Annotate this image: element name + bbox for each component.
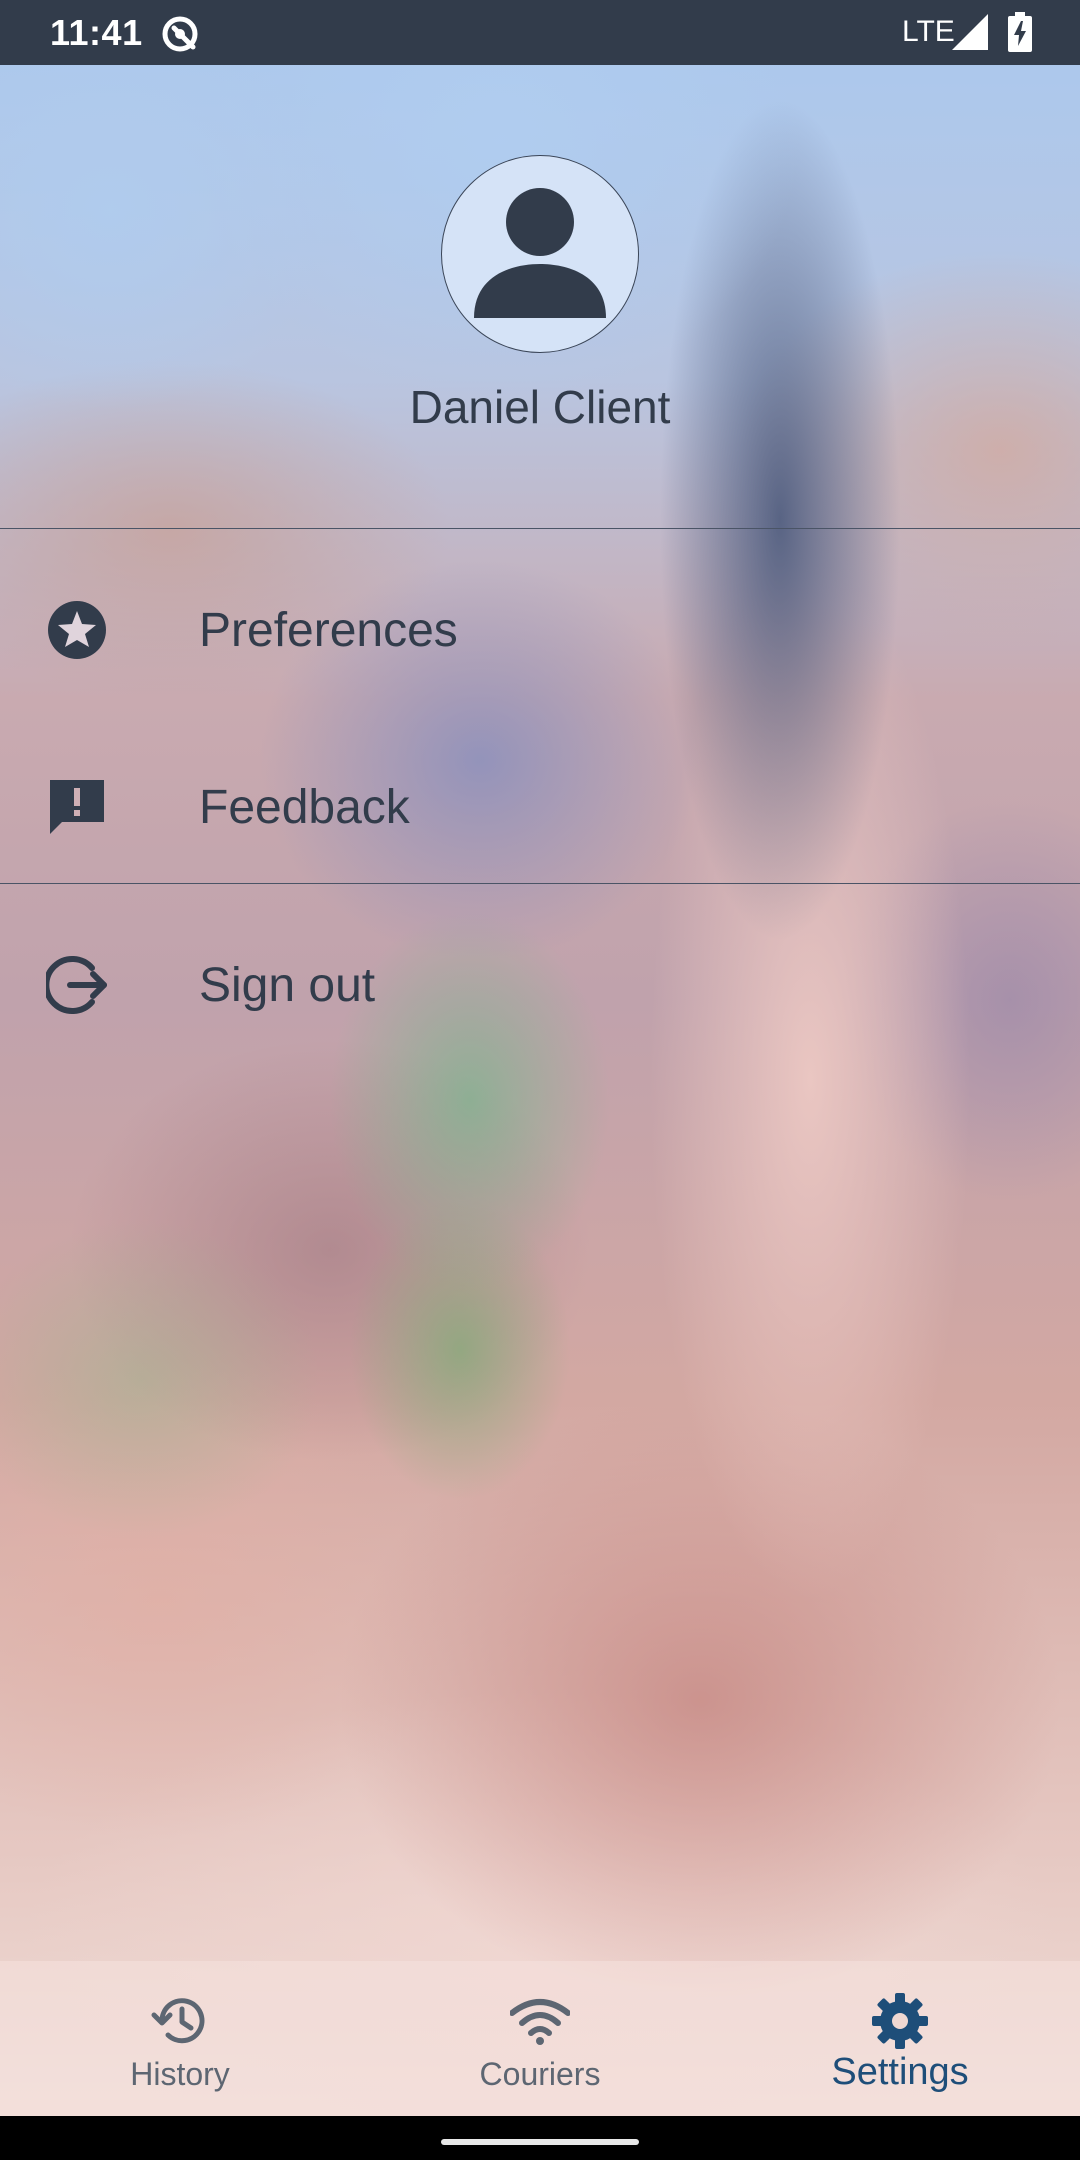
- menu-item-preferences[interactable]: Preferences: [0, 541, 1080, 717]
- gear-icon: [872, 1993, 928, 2049]
- signal-icon: [952, 14, 988, 50]
- tab-label-couriers: Couriers: [479, 2056, 601, 2092]
- settings-screen: 11:41 LTE Daniel Client Preferences Feed…: [0, 0, 1080, 2160]
- feedback-icon: [50, 780, 104, 834]
- tab-label-history: History: [130, 2056, 230, 2092]
- menu-item-feedback[interactable]: Feedback: [0, 718, 1080, 894]
- divider: [0, 883, 1080, 884]
- menu-label-sign-out: Sign out: [199, 959, 376, 1012]
- tab-history[interactable]: History: [0, 1961, 360, 2116]
- menu-label-preferences: Preferences: [199, 604, 458, 657]
- tab-settings[interactable]: Settings: [720, 1961, 1080, 2116]
- menu-label-feedback: Feedback: [199, 781, 410, 834]
- profile-header: Daniel Client: [0, 65, 1080, 528]
- divider: [0, 528, 1080, 529]
- person-icon: [474, 188, 606, 318]
- status-time: 11:41: [50, 12, 143, 53]
- star-circle-icon: [48, 601, 106, 659]
- home-gesture-handle[interactable]: [441, 2139, 639, 2145]
- bottom-navigation: History Couriers Settings: [0, 1961, 1080, 2116]
- wifi-icon: [510, 1999, 570, 2045]
- menu-item-sign-out[interactable]: Sign out: [0, 896, 1080, 1072]
- avatar[interactable]: [441, 155, 639, 353]
- gesture-navigation-bar: [0, 2116, 1080, 2160]
- network-type: LTE: [902, 15, 955, 48]
- history-icon: [151, 1998, 205, 2044]
- app-notification-icon: [162, 16, 198, 52]
- tab-couriers[interactable]: Couriers: [360, 1961, 720, 2116]
- status-bar: 11:41 LTE: [0, 0, 1080, 65]
- profile-name: Daniel Client: [409, 381, 671, 433]
- battery-charging-icon: [1008, 12, 1032, 52]
- logout-icon: [46, 956, 107, 1014]
- tab-label-settings: Settings: [831, 2051, 969, 2093]
